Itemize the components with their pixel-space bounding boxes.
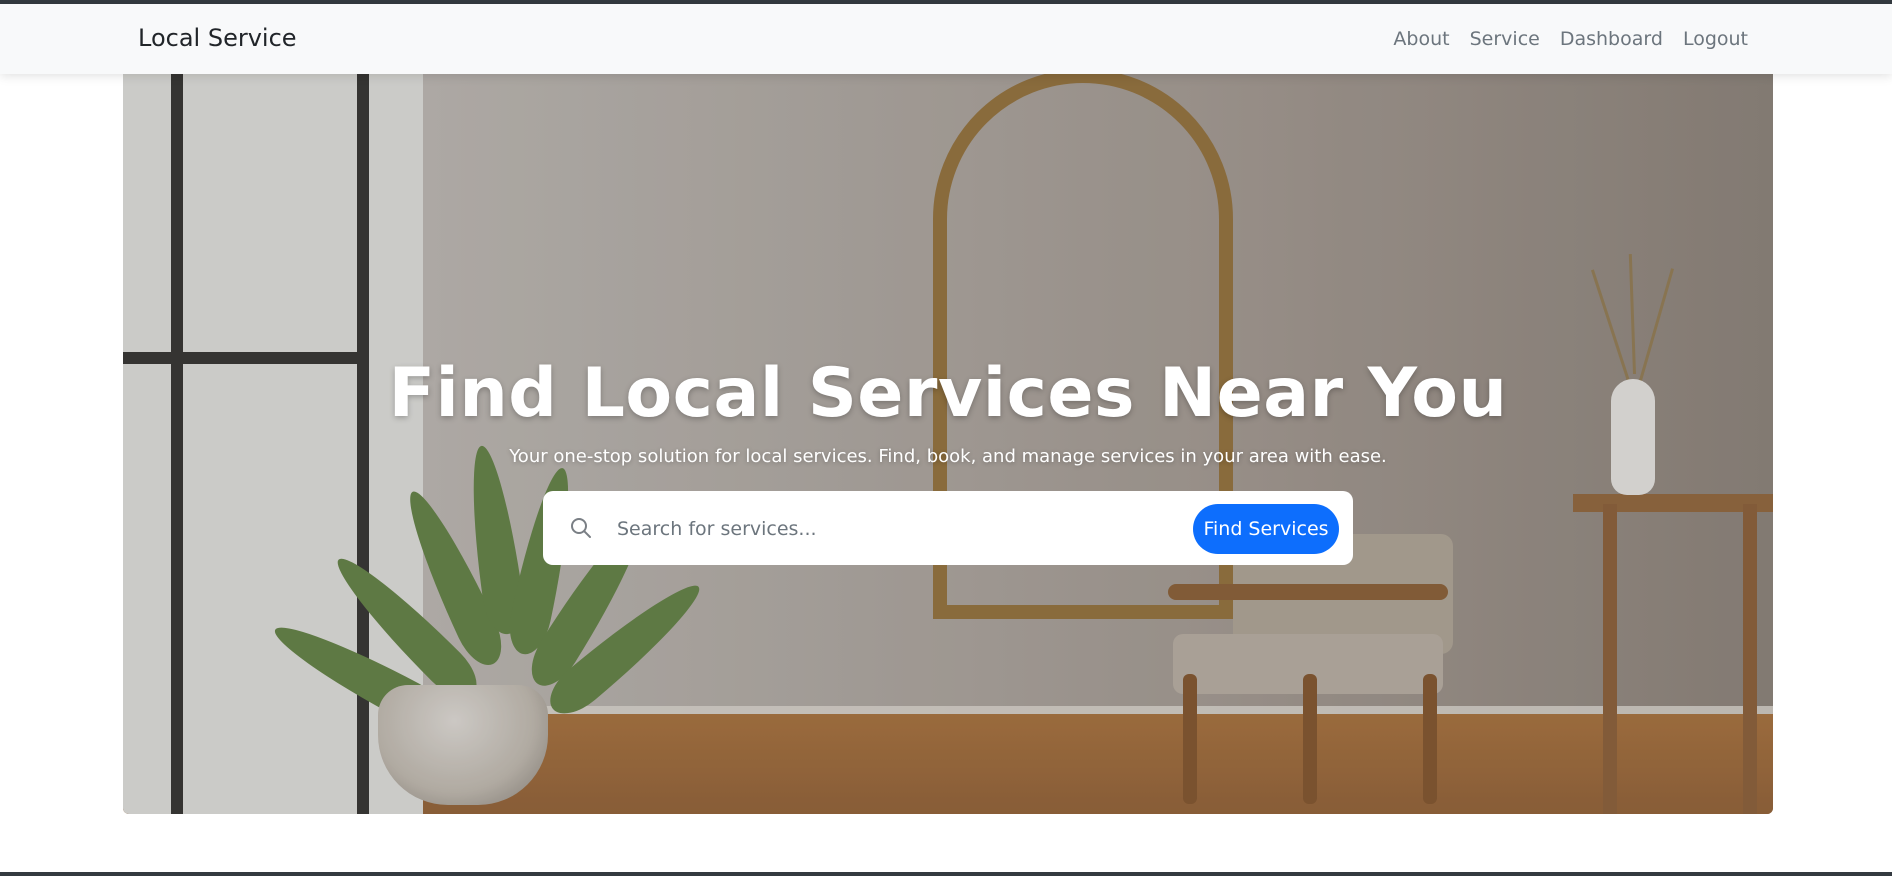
bottom-border [0, 872, 1892, 876]
find-services-button[interactable]: Find Services [1193, 504, 1339, 554]
search-bar: Find Services [543, 491, 1353, 565]
navbar: Local Service About Service Dashboard Lo… [0, 4, 1892, 74]
search-input[interactable] [615, 509, 1179, 549]
hero-subtitle: Your one-stop solution for local service… [509, 446, 1387, 467]
nav-links: About Service Dashboard Logout [1393, 28, 1748, 50]
nav-link-about[interactable]: About [1393, 28, 1449, 50]
brand-link[interactable]: Local Service [138, 24, 297, 52]
nav-link-dashboard[interactable]: Dashboard [1560, 28, 1663, 50]
search-icon [569, 516, 593, 540]
hero-title: Find Local Services Near You [388, 354, 1508, 433]
hero-section: Find Local Services Near You Your one-st… [123, 74, 1773, 814]
hero-overlay [123, 74, 1773, 814]
nav-link-logout[interactable]: Logout [1683, 28, 1748, 50]
nav-link-service[interactable]: Service [1470, 28, 1540, 50]
